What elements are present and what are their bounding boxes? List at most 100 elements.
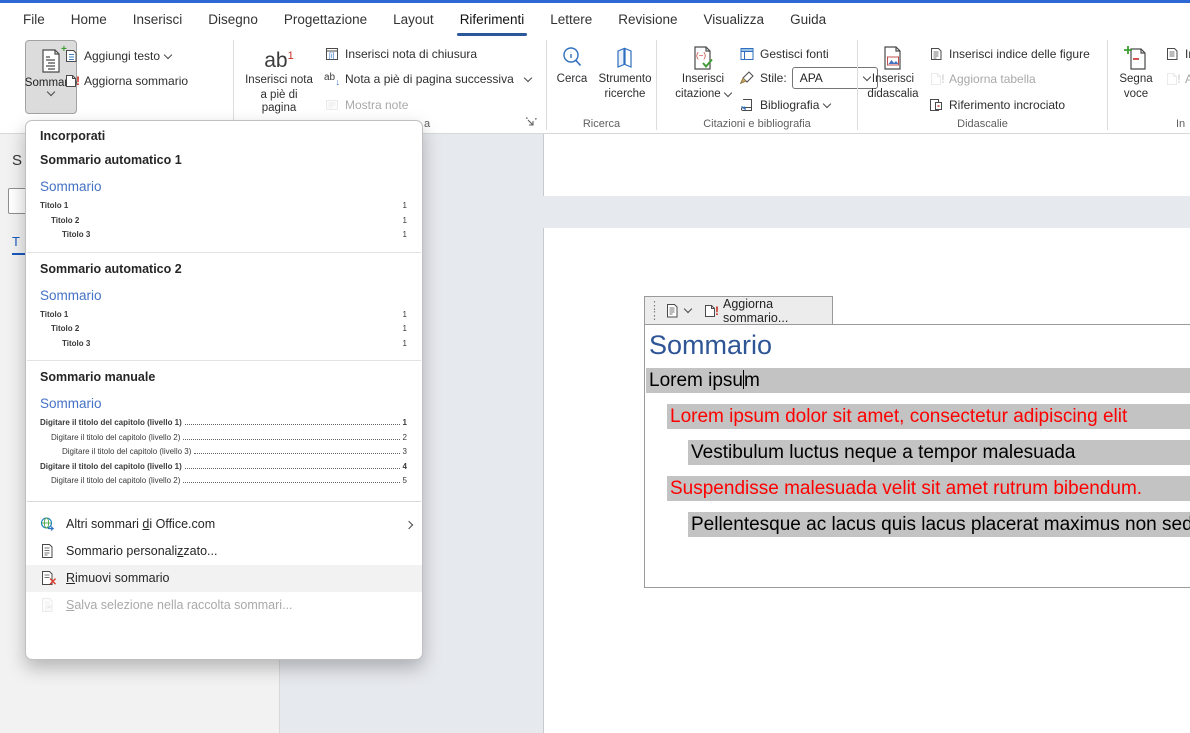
remove-toc-icon: ✕ xyxy=(39,570,55,586)
endnote-icon: [i] xyxy=(324,46,340,62)
toc-entry[interactable]: Lorem ipsum dolor sit amet, consectetur … xyxy=(667,404,1190,429)
ab1-icon: ab1 xyxy=(264,45,293,72)
tab-home[interactable]: Home xyxy=(58,3,120,36)
gallery-item-automatico-2[interactable]: Sommario Titolo 11 Titolo 21 Titolo 31 xyxy=(40,286,407,352)
group-sommario: Sommario + Aggiungi testo ! Aggiorna som… xyxy=(0,36,233,133)
citation-icon: (−) xyxy=(690,45,716,71)
index-icon xyxy=(1164,46,1180,62)
document-heading: Sommario xyxy=(649,328,772,362)
gallery-separator xyxy=(27,360,421,361)
menu-section-header: Incorporati xyxy=(40,129,422,143)
submenu-arrow-icon xyxy=(405,521,413,529)
tab-revisione[interactable]: Revisione xyxy=(605,3,690,36)
globe-icon xyxy=(39,516,55,532)
gallery-separator xyxy=(27,252,421,253)
toc-doc-icon xyxy=(664,303,680,319)
segna-voce-button[interactable]: Segna voce xyxy=(1112,40,1160,101)
bibliografia-button[interactable]: Bibliografia xyxy=(739,93,830,117)
bibliography-icon xyxy=(739,97,755,113)
update-table-icon: ! xyxy=(928,71,944,87)
tab-lettere[interactable]: Lettere xyxy=(537,3,605,36)
ricerca-group-label: Ricerca xyxy=(547,118,656,130)
nota-chiusura-button[interactable]: [i] Inserisci nota di chiusura xyxy=(324,42,477,66)
group-note: ab1 Inserisci nota a piè di pagina [i] I… xyxy=(234,36,546,133)
gallery-title-automatico-2: Sommario automatico 2 xyxy=(40,262,422,276)
nota-successiva-button[interactable]: ab ↓ Nota a piè di pagina successiva xyxy=(324,67,531,91)
save-gallery-icon xyxy=(39,597,55,613)
menu-item-sommario-personalizzato[interactable]: Sommario personalizzato... xyxy=(26,538,422,565)
group-indice: Segna voce In ! A In xyxy=(1108,36,1190,133)
aggiorna-tabella-button: ! Aggiorna tabella xyxy=(928,67,1036,91)
update-toc-icon: ! xyxy=(63,73,79,89)
chevron-down-icon xyxy=(164,50,172,58)
group-didascalie: Inserisci didascalia Inserisci indice de… xyxy=(858,36,1107,133)
aggiorna-sommario-button[interactable]: ! Aggiorna sommario xyxy=(63,69,188,93)
strumento-ricerche-button[interactable]: Strumento ricerche xyxy=(595,40,655,101)
mark-entry-icon xyxy=(1123,45,1149,71)
indice-figure-button[interactable]: Inserisci indice delle figure xyxy=(928,42,1090,66)
tab-guida[interactable]: Guida xyxy=(777,3,839,36)
toc-entry[interactable]: Pellentesque ac lacus quis lacus placera… xyxy=(688,512,1190,537)
menu-item-altri-sommari[interactable]: Altri sommari di Office.com xyxy=(26,511,422,538)
toc-entry[interactable]: Suspendisse malesuada velit sit amet rut… xyxy=(667,476,1190,501)
style-brush-icon xyxy=(739,70,755,86)
group-ricerca: Cerca Strumento ricerche Ricerca xyxy=(547,36,656,133)
menu-item-rimuovi-sommario[interactable]: ✕ Rimuovi sommario xyxy=(26,565,422,592)
chevron-down-icon xyxy=(684,305,692,313)
navpane-title-fragment: S xyxy=(12,152,22,169)
custom-toc-icon xyxy=(39,543,55,559)
tab-disegno[interactable]: Disegno xyxy=(195,3,271,36)
indice-group-label-fragment: In xyxy=(1108,118,1190,130)
gallery-title-automatico-1: Sommario automatico 1 xyxy=(40,153,422,167)
tab-layout[interactable]: Layout xyxy=(380,3,447,36)
chevron-down-icon xyxy=(823,99,831,107)
sommario-dropdown-menu: Incorporati Sommario automatico 1 Sommar… xyxy=(25,120,423,660)
menu-separator xyxy=(27,501,421,502)
update-toc-icon: ! xyxy=(702,303,718,319)
citazioni-group-label: Citazioni e bibliografia xyxy=(657,118,857,130)
svg-text:[i]: [i] xyxy=(329,53,335,60)
inserisci-citazione-button[interactable]: (−) Inserisci citazione xyxy=(672,40,734,101)
drag-handle-icon[interactable]: ⋮⋮ xyxy=(649,301,659,321)
manage-sources-icon xyxy=(739,46,755,62)
inserisci-indice-button-cut[interactable]: In xyxy=(1164,42,1190,66)
caption-icon xyxy=(880,45,906,71)
aggiungi-testo-button[interactable]: + Aggiungi testo xyxy=(63,44,171,68)
search-icon xyxy=(560,45,584,71)
gallery-item-automatico-1[interactable]: Sommario Titolo 11 Titolo 21 Titolo 31 xyxy=(40,177,407,243)
tab-riferimenti[interactable]: Riferimenti xyxy=(447,3,538,36)
document-page-1-bottom xyxy=(543,134,1190,196)
add-text-icon: + xyxy=(63,48,79,64)
chevron-down-icon xyxy=(723,89,731,97)
aggiorna-sommario-tab-button[interactable]: Aggiorna sommario... xyxy=(723,297,824,325)
riferimento-incrociato-button[interactable]: Riferimento incrociato xyxy=(928,93,1065,117)
navpane-tab-fragment[interactable]: T xyxy=(12,234,20,249)
group-citazioni: (−) Inserisci citazione Gestisci fonti S… xyxy=(657,36,857,133)
chevron-down-icon xyxy=(47,88,55,96)
figure-index-icon xyxy=(928,46,944,62)
document-page-2: ⋮⋮ ! Aggiorna sommario... Sommario Lorem… xyxy=(543,228,1190,733)
inserisci-didascalia-button[interactable]: Inserisci didascalia xyxy=(864,40,922,101)
menu-item-salva-selezione: Salva selezione nella raccolta sommari..… xyxy=(26,592,422,619)
didascalie-group-label: Didascalie xyxy=(858,118,1107,130)
toc-entry[interactable]: Lorem ipsum xyxy=(646,368,1190,393)
gallery-item-manuale[interactable]: Sommario Digitare il titolo del capitolo… xyxy=(40,394,407,489)
mostra-note-button: Mostra note xyxy=(324,93,408,117)
tab-file[interactable]: File xyxy=(10,3,58,36)
cross-reference-icon xyxy=(928,97,944,113)
cerca-button[interactable]: Cerca xyxy=(549,40,595,86)
tab-visualizza[interactable]: Visualizza xyxy=(691,3,778,36)
toc-entry[interactable]: Vestibulum luctus neque a tempor malesua… xyxy=(688,440,1190,465)
svg-text:(−): (−) xyxy=(696,51,706,60)
tab-progettazione[interactable]: Progettazione xyxy=(271,3,380,36)
gallery-title-manuale: Sommario manuale xyxy=(40,370,422,384)
toc-field-tab[interactable]: ⋮⋮ ! Aggiorna sommario... xyxy=(644,296,833,325)
update-index-icon: ! xyxy=(1164,71,1180,87)
dialog-launcher-icon[interactable] xyxy=(524,116,538,130)
inserisci-nota-button[interactable]: ab1 Inserisci nota a piè di pagina xyxy=(242,40,316,115)
research-books-icon xyxy=(613,45,637,71)
aggiorna-indice-button-cut: ! A xyxy=(1164,67,1190,91)
show-notes-icon xyxy=(324,97,340,113)
tab-inserisci[interactable]: Inserisci xyxy=(120,3,196,36)
gestisci-fonti-button[interactable]: Gestisci fonti xyxy=(739,42,829,66)
